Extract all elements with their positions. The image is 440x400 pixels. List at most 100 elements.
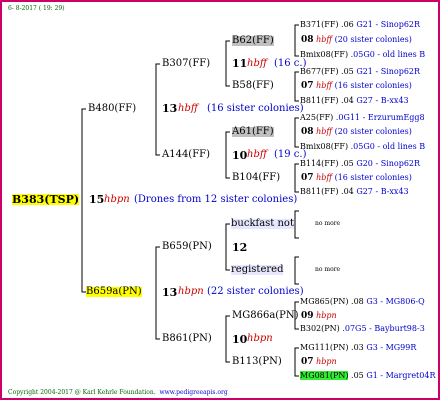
g4-origin: G3 - MG99R: [366, 343, 417, 352]
g4-year: .05: [341, 159, 354, 168]
g1-note: (16 sister colonies): [207, 103, 304, 114]
g4-row[interactable]: Bmix08(FF) .05G0 - old lines B: [300, 143, 425, 151]
g3-hb: hbff: [316, 81, 333, 90]
g3-queen-name[interactable]: B113(PN): [232, 357, 282, 367]
g3-note: (20 sister colonies): [334, 35, 412, 44]
g3-hb: hbff: [316, 127, 333, 136]
g4-queen-name: B371(FF): [300, 20, 339, 29]
g4-year: .06: [341, 20, 354, 29]
g3-hb: hbpn: [316, 311, 337, 320]
g4-origin: G21 - Sinop62R: [356, 67, 421, 76]
g3-note: (16 sister colonies): [334, 173, 412, 182]
g4-year: .03: [351, 343, 364, 352]
g3-number: 08: [301, 35, 314, 45]
no-more-label: no more: [315, 266, 341, 273]
g4-queen-name: B811(FF): [300, 96, 339, 105]
g4-year: .05G0: [350, 142, 375, 151]
g3-queen-name[interactable]: B62(FF): [232, 36, 274, 46]
g1-note: (22 sister colonies): [207, 286, 304, 297]
g1-hb: hbpn: [178, 286, 204, 297]
timestamp: 6- 8-2017 ( 19: 29): [8, 5, 65, 12]
g4-origin: - old lines B: [377, 50, 426, 59]
g4-queen-name: B302(PN): [300, 324, 340, 333]
g2-number: 12: [232, 241, 248, 254]
g3-number: 07: [301, 81, 314, 91]
no-more-label: no more: [315, 220, 341, 227]
g3-queen-name: registered: [231, 264, 284, 275]
g3-number: 08: [301, 127, 314, 137]
g2-queen-name[interactable]: B861(PN): [162, 334, 212, 344]
g3-note: (16 sister colonies): [334, 81, 412, 90]
g1-queen-name[interactable]: B480(FF): [88, 104, 136, 114]
g4-origin: - Bayburt98-3: [369, 324, 425, 333]
g4-row[interactable]: MG111(PN) .03 G3 - MG99R: [300, 344, 416, 352]
g4-origin: G3 - MG806-Q: [366, 297, 425, 306]
g4-year: .05: [351, 371, 364, 380]
g4-queen-name: MG865(PN): [300, 297, 349, 306]
g2-hb: hbpn: [247, 333, 273, 344]
g4-row[interactable]: B302(PN) .07G5 - Bayburt98-3: [300, 325, 425, 333]
g2-number: 10: [232, 149, 248, 162]
g1-number: 13: [162, 286, 178, 299]
g1-hb: hbff: [178, 103, 198, 114]
g4-queen-name: A25(FF): [300, 113, 334, 122]
site-link[interactable]: www.pedigreeapis.org: [160, 389, 228, 396]
g3-queen-name[interactable]: A61(FF): [232, 127, 274, 137]
g4-year: .08: [351, 297, 364, 306]
g3-hb: hbff: [316, 173, 333, 182]
g4-origin: G27 - B-xx43: [356, 187, 409, 196]
g4-row[interactable]: B371(FF) .06 G21 - Sinop62R: [300, 21, 420, 29]
g4-queen-name: B811(FF): [300, 187, 339, 196]
g3-hb: hbpn: [316, 357, 337, 366]
g4-row[interactable]: B114(FF) .05 G20 - Sinop62R: [300, 160, 420, 168]
root-number: 15: [89, 193, 105, 206]
g4-row[interactable]: Bmix08(FF) .05G0 - old lines B: [300, 51, 425, 59]
g1-number: 13: [162, 102, 178, 115]
g4-queen-name: MG111(PN): [300, 343, 349, 352]
g4-row[interactable]: B811(FF) .04 G27 - B-xx43: [300, 97, 409, 105]
root-note: (Drones from 12 sister colonies): [134, 194, 298, 205]
g3-queen-name[interactable]: MG866a(PN): [232, 311, 299, 321]
g4-queen-name: B677(FF): [300, 67, 339, 76]
g2-hb: hbff: [247, 58, 267, 69]
g4-origin: G27 - B-xx43: [356, 96, 409, 105]
g3-number: 09: [301, 311, 314, 321]
g2-queen-name[interactable]: B659(PN): [162, 242, 212, 252]
g4-queen-name: Bmix08(FF): [300, 50, 349, 59]
g2-queen-name[interactable]: A144(FF): [162, 150, 210, 160]
g3-queen-name: buckfast not: [231, 218, 294, 229]
g3-number: 07: [301, 357, 314, 367]
g4-year: .0G11: [335, 113, 361, 122]
g3-number: 07: [301, 173, 314, 183]
g2-number: 11: [232, 57, 248, 70]
g4-row[interactable]: MG081(PN) .05 G1 - Margret04R: [300, 371, 436, 380]
g3-queen-name[interactable]: B58(FF): [232, 81, 274, 91]
g4-origin: - ErzurumEgg8: [362, 113, 425, 122]
g4-row[interactable]: MG865(PN) .08 G3 - MG806-Q: [300, 298, 425, 306]
g4-origin: G1 - Margret04R: [366, 371, 436, 380]
g4-origin: G21 - Sinop62R: [356, 20, 421, 29]
g4-year: .05: [341, 67, 354, 76]
g4-queen-name: B114(FF): [300, 159, 339, 168]
root-hb: hbpn: [104, 194, 130, 205]
g4-year: .04: [341, 187, 354, 196]
g3-note: (20 sister colonies): [334, 127, 412, 136]
g4-row[interactable]: B677(FF) .05 G21 - Sinop62R: [300, 68, 420, 76]
g4-queen-name: Bmix08(FF): [300, 142, 349, 151]
g3-queen-name[interactable]: B104(FF): [232, 173, 280, 183]
g4-origin: G20 - Sinop62R: [356, 159, 421, 168]
g2-number: 10: [232, 333, 248, 346]
pedigree-frame: 6- 8-2017 ( 19: 29) B383(TSP) 15 hbpn (D…: [0, 0, 440, 400]
g2-queen-name[interactable]: B307(FF): [162, 59, 210, 69]
g2-hb: hbff: [247, 149, 267, 160]
g4-row[interactable]: B811(FF) .04 G27 - B-xx43: [300, 188, 409, 196]
g4-year: .05G0: [350, 50, 375, 59]
g1-queen-name[interactable]: B659a(PN): [86, 287, 142, 297]
g4-origin: - old lines B: [377, 142, 426, 151]
g4-year: .07G5: [342, 324, 367, 333]
copyright-text: Copyright 2004-2017 @ Karl Kehrle Founda…: [8, 389, 156, 396]
root-queen-name[interactable]: B383(TSP): [12, 194, 80, 205]
g4-queen-name: MG081(PN): [300, 371, 349, 380]
g4-row[interactable]: A25(FF) .0G11 - ErzurumEgg8: [300, 114, 425, 122]
g3-hb: hbff: [316, 35, 333, 44]
